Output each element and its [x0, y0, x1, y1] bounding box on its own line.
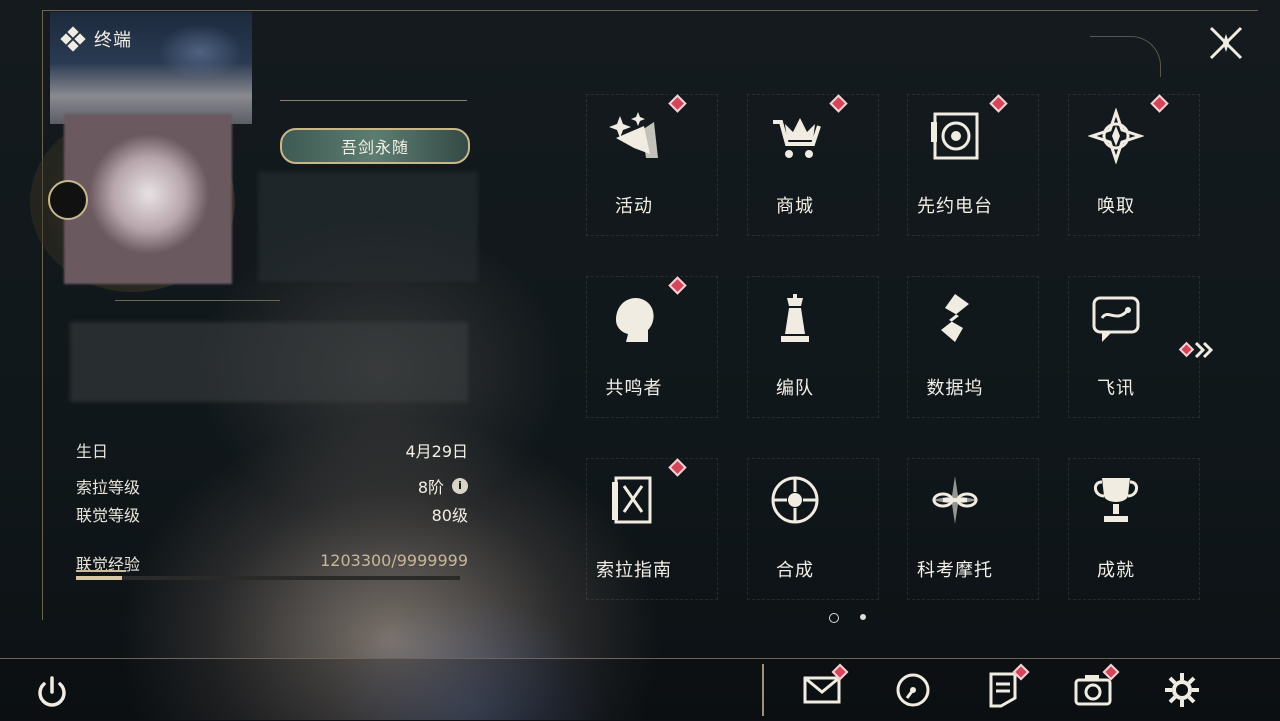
settings-button[interactable]	[1162, 670, 1202, 710]
name-divider	[280, 100, 467, 101]
menu-item-9[interactable]: 索拉指南	[554, 450, 714, 602]
stat-value-wrap: 8阶 i	[418, 474, 468, 498]
menu-item-label: 合成	[776, 560, 814, 581]
diamond-logo-icon	[60, 26, 86, 52]
title-badge[interactable]: 吾剑永随	[280, 128, 470, 164]
menu-item-5[interactable]: 共鸣者	[554, 268, 714, 420]
radio-icon	[931, 112, 979, 160]
stat-value: 8阶	[417, 478, 444, 497]
avatar[interactable]	[64, 114, 232, 284]
camera-button[interactable]	[1073, 663, 1120, 710]
notification-badge-icon	[668, 458, 687, 477]
trophy-icon	[1094, 478, 1138, 522]
menu-item-label: 数据坞	[926, 378, 984, 399]
notification-badge-icon	[668, 276, 687, 295]
character-icon	[616, 298, 654, 342]
motorbike-icon	[931, 476, 979, 524]
page-title: 终端	[94, 30, 132, 51]
guide-icon	[612, 476, 652, 524]
sparkle-icon	[609, 112, 658, 158]
menu-item-label: 科考摩托	[917, 560, 993, 581]
chat-icon	[1092, 296, 1140, 342]
notification-badge-icon	[989, 94, 1008, 113]
menu-item-label: 唤取	[1097, 196, 1135, 217]
bottom-separator	[762, 664, 764, 716]
clock-button[interactable]	[893, 670, 933, 710]
clock-icon	[896, 673, 930, 707]
frame-corner-arc	[1090, 36, 1161, 77]
title-badge-label: 吾剑永随	[340, 138, 409, 157]
menu-item-12[interactable]: 成就	[1036, 450, 1196, 602]
notification-badge-icon	[829, 94, 848, 113]
mail-button[interactable]	[802, 663, 849, 710]
menu-item-label: 共鸣者	[605, 378, 663, 399]
exp-progress-bar	[76, 576, 460, 580]
menu-item-10[interactable]: 合成	[715, 450, 875, 602]
info-icon[interactable]: i	[452, 478, 468, 494]
menu-item-label: 编队	[776, 378, 814, 399]
compass-star-icon	[1088, 108, 1144, 164]
menu-item-label: 先约电台	[917, 196, 993, 217]
menu-item-label: 飞讯	[1097, 378, 1135, 399]
menu-item-2[interactable]: 商城	[715, 86, 875, 238]
page-indicator-2[interactable]	[860, 614, 866, 620]
menu-item-label: 活动	[615, 196, 653, 217]
crown-cart-icon	[773, 118, 821, 158]
menu-item-8[interactable]: 飞讯	[1036, 268, 1196, 420]
stat-label: 索拉等级	[76, 478, 141, 497]
notification-badge-icon	[668, 94, 687, 113]
chess-icon	[781, 294, 809, 342]
exp-label-underline	[76, 570, 126, 572]
menu-item-label: 索拉指南	[596, 560, 672, 581]
notification-badge-icon	[1150, 94, 1169, 113]
stat-value: 1203300/9999999	[320, 551, 468, 570]
exp-progress-fill	[76, 576, 123, 580]
frame-left-line	[42, 10, 43, 620]
signature-blurred[interactable]	[70, 322, 468, 402]
frame-top-line	[42, 10, 1258, 11]
stat-label: 生日	[76, 442, 109, 461]
menu-item-7[interactable]: 数据坞	[875, 268, 1035, 420]
menu-item-6[interactable]: 编队	[715, 268, 875, 420]
menu-item-1[interactable]: 活动	[554, 86, 714, 238]
stat-label: 联觉等级	[76, 506, 141, 525]
stat-birthday: 生日 4月29日	[76, 438, 468, 462]
menu-item-label: 成就	[1097, 560, 1135, 581]
terminal-header: 终端	[60, 26, 132, 52]
close-icon[interactable]	[1205, 22, 1247, 64]
chevron-right-icon	[1178, 341, 1214, 359]
menu-item-4[interactable]: 唤取	[1036, 86, 1196, 238]
notice-button[interactable]	[983, 663, 1030, 710]
data-dock-icon	[941, 294, 969, 342]
stat-union-exp: 联觉经验 1203300/9999999	[76, 551, 468, 575]
stat-value: 80级	[431, 506, 468, 525]
settings-icon	[1165, 673, 1199, 707]
menu-item-label: 商城	[776, 196, 814, 217]
avatar-edit-icon[interactable]	[48, 180, 88, 220]
next-page-button[interactable]	[1178, 340, 1216, 360]
stat-sola-level: 索拉等级 8阶 i	[76, 474, 468, 498]
synthesis-icon	[771, 476, 819, 524]
stat-union-level: 联觉等级 80级	[76, 502, 468, 526]
menu-item-3[interactable]: 先约电台	[875, 86, 1035, 238]
stat-value: 4月29日	[405, 442, 468, 461]
page-indicator-1[interactable]	[829, 613, 839, 623]
power-icon[interactable]	[32, 672, 72, 712]
player-name-blurred	[258, 172, 478, 282]
profile-divider	[115, 300, 280, 301]
menu-item-11[interactable]: 科考摩托	[875, 450, 1035, 602]
